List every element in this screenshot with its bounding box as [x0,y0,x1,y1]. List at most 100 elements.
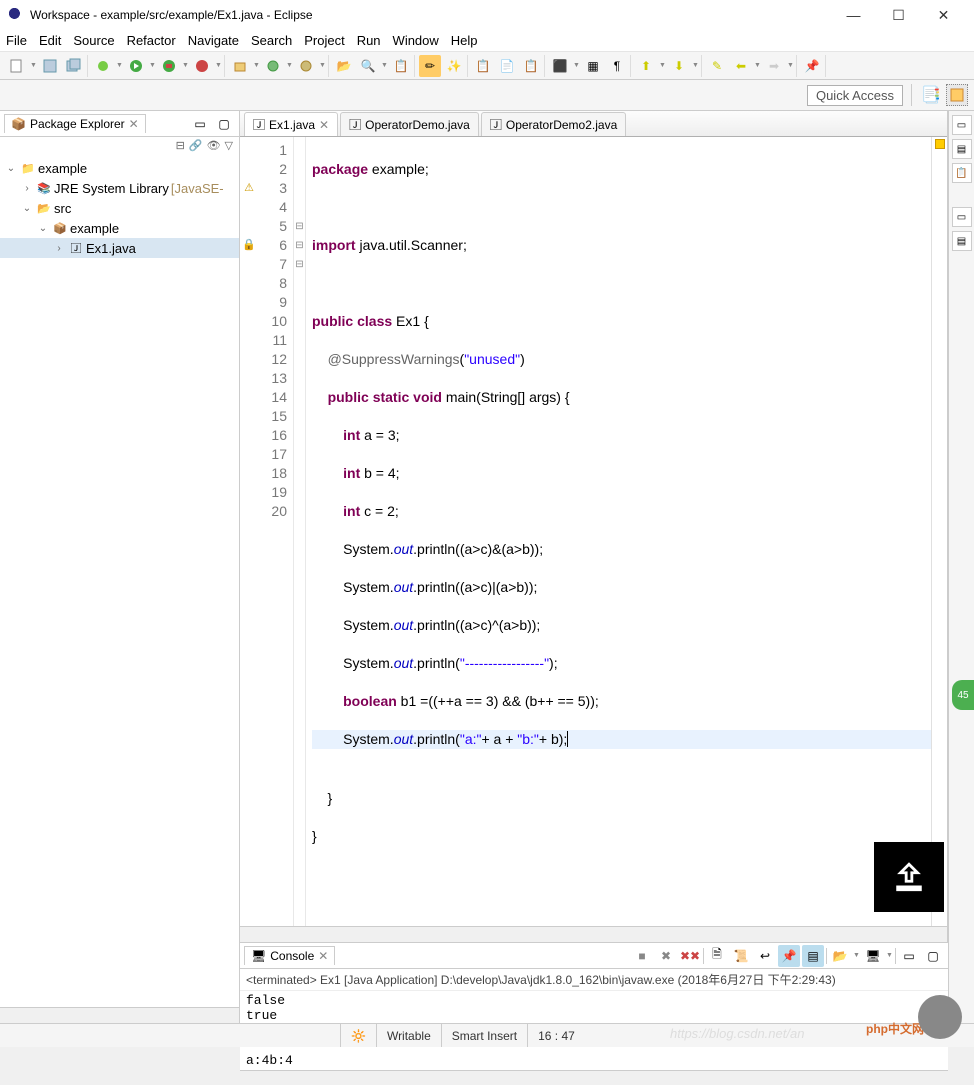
code-editor[interactable]: package example; import java.util.Scanne… [306,137,931,926]
minimize-button[interactable]: — [831,1,876,29]
console-scrollbar[interactable] [240,1070,948,1085]
dropdown-icon[interactable]: ▼ [253,55,260,77]
dropdown-icon[interactable]: ▼ [116,55,123,77]
quick-access-input[interactable]: Quick Access [807,85,903,106]
dropdown-icon[interactable]: ▼ [787,55,794,77]
package-explorer-tab[interactable]: 📦 Package Explorer ✕ [4,114,146,133]
run-button[interactable] [125,55,147,77]
dropdown-icon[interactable]: ▼ [381,55,388,77]
menu-window[interactable]: Window [393,33,439,48]
tree-file-ex1[interactable]: › 🄹 Ex1.java [0,238,239,258]
menu-source[interactable]: Source [73,33,114,48]
close-tab-icon[interactable]: ✕ [129,117,139,131]
dropdown-icon[interactable]: ▼ [692,55,699,77]
restore-view-icon[interactable]: ▭ [952,207,972,227]
show-console-button[interactable]: ▤ [802,945,824,967]
twisty-icon[interactable]: ⌄ [4,163,18,174]
run-last-button[interactable] [191,55,213,77]
remove-all-button[interactable]: ✖✖ [679,945,701,967]
avatar-float[interactable] [918,995,962,1039]
menu-refactor[interactable]: Refactor [127,33,176,48]
whitespace-button[interactable]: ¶ [606,55,628,77]
twisty-icon[interactable]: › [52,243,66,254]
save-button[interactable] [39,55,61,77]
save-all-button[interactable] [63,55,85,77]
dropdown-icon[interactable]: ▼ [886,945,893,967]
editor-tab-opdemo2[interactable]: 🄹 OperatorDemo2.java [481,112,626,136]
maximize-button[interactable]: ☐ [876,1,921,29]
display-console-button[interactable]: 🖥 [862,945,884,967]
editor-scrollbar[interactable] [240,926,947,942]
word-wrap-button[interactable]: ↩ [754,945,776,967]
tree-package[interactable]: ⌄ 📦 example [0,218,239,238]
dropdown-icon[interactable]: ▼ [30,55,37,77]
back-button[interactable]: ⬅ [730,55,752,77]
overview-ruler[interactable] [931,137,947,926]
folding-column[interactable]: ⊟⊟⊟ [294,137,306,926]
launch-icon[interactable]: 🔆 [351,1029,366,1043]
dropdown-icon[interactable]: ▼ [149,55,156,77]
menu-project[interactable]: Project [304,33,344,48]
annotation-button[interactable]: ✨ [443,55,465,77]
project-tree[interactable]: ⌄ 📁 example › 📚 JRE System Library [Java… [0,154,239,1007]
editor-tab-ex1[interactable]: 🄹 Ex1.java ✕ [244,112,338,136]
menu-navigate[interactable]: Navigate [188,33,239,48]
view-menu-icon[interactable]: ▽ [225,139,233,152]
new-type-button[interactable] [295,55,317,77]
minimize-view-icon[interactable]: ▭ [898,945,920,967]
dropdown-icon[interactable]: ▼ [215,55,222,77]
dropdown-icon[interactable]: ▼ [182,55,189,77]
dropdown-icon[interactable]: ▼ [319,55,326,77]
restore-view-icon[interactable]: ▭ [952,115,972,135]
new-package-button[interactable] [229,55,251,77]
pin-button[interactable]: 📌 [801,55,823,77]
collapse-all-icon[interactable]: ⊟ [176,139,185,152]
open-console-button[interactable]: 📂 [829,945,851,967]
toggle-breadcrumb-button[interactable]: ⬛ [549,55,571,77]
clear-console-button[interactable]: 🗎 [706,945,728,967]
dropdown-icon[interactable]: ▼ [754,55,761,77]
menu-file[interactable]: File [6,33,27,48]
debug-button[interactable] [92,55,114,77]
next-annotation-button[interactable]: ⬇ [668,55,690,77]
menu-search[interactable]: Search [251,33,292,48]
coverage-button[interactable] [158,55,180,77]
maximize-view-icon[interactable]: ▢ [922,945,944,967]
task-button[interactable]: 📋 [390,55,412,77]
copy-button[interactable]: 📄 [496,55,518,77]
toggle-block-button[interactable]: ▦ [582,55,604,77]
remove-button[interactable]: ✖ [655,945,677,967]
dropdown-icon[interactable]: ▼ [286,55,293,77]
menu-help[interactable]: Help [451,33,478,48]
dropdown-icon[interactable]: ▼ [573,55,580,77]
float-count-badge[interactable]: 45 [952,680,974,710]
prev-annotation-button[interactable]: ⬆ [635,55,657,77]
outline-view-icon[interactable]: ▤ [952,139,972,159]
twisty-icon[interactable]: › [20,183,34,194]
close-tab-icon[interactable]: ✕ [318,949,328,963]
open-type-button[interactable]: 📂 [333,55,355,77]
scrollbar-horizontal[interactable] [0,1007,239,1023]
toggle-mark-button[interactable]: ✏ [419,55,441,77]
minimize-view-icon[interactable]: ▭ [189,113,211,135]
java-perspective-button[interactable] [946,84,968,106]
dropdown-icon[interactable]: ▼ [659,55,666,77]
maximize-view-icon[interactable]: ▢ [213,113,235,135]
open-perspective-button[interactable]: 📑 [920,84,942,106]
last-edit-button[interactable]: ✎ [706,55,728,77]
twisty-icon[interactable]: ⌄ [20,203,34,214]
search-button[interactable]: 🔍 [357,55,379,77]
forward-button[interactable]: ➡ [763,55,785,77]
close-tab-icon[interactable]: ✕ [319,118,329,132]
focus-icon[interactable]: 👁 [207,139,221,152]
console-tab[interactable]: 🖥 Console ✕ [244,946,335,965]
dropdown-icon[interactable]: ▼ [853,945,860,967]
new-button[interactable] [6,55,28,77]
twisty-icon[interactable]: ⌄ [36,223,50,234]
terminate-button[interactable]: ■ [631,945,653,967]
new-class-button[interactable] [262,55,284,77]
warning-marker-icon[interactable] [935,139,945,149]
problems-view-icon[interactable]: ▤ [952,231,972,251]
menu-run[interactable]: Run [357,33,381,48]
close-button[interactable]: ✕ [921,1,966,29]
